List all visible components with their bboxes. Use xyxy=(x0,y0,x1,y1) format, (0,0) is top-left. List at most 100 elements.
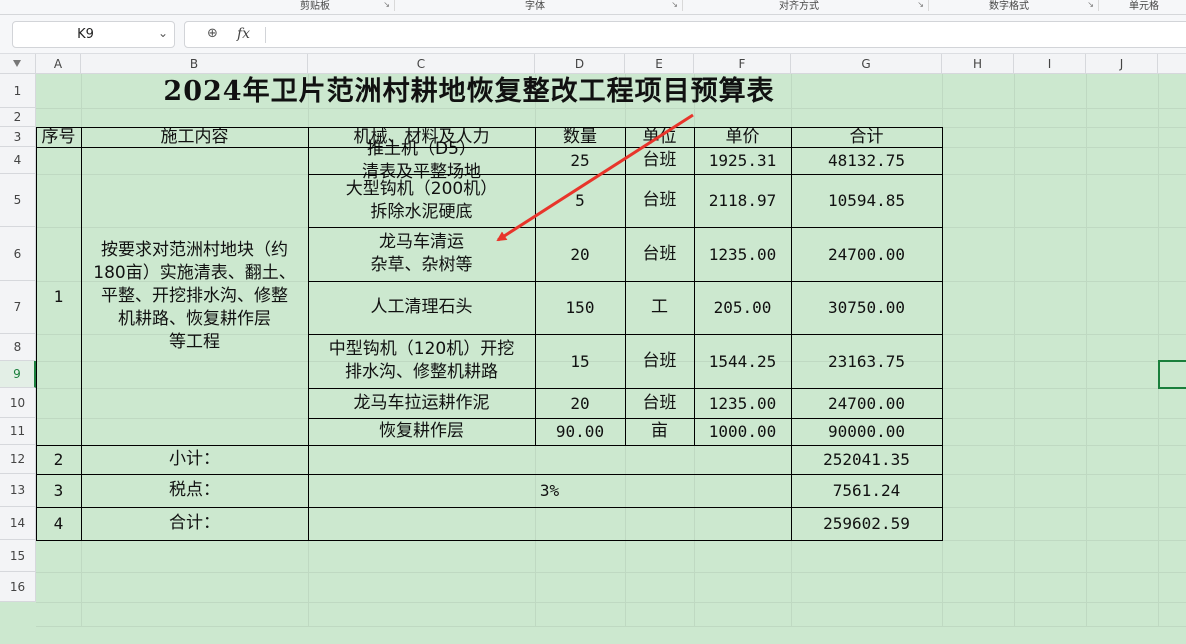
item-unit[interactable]: 台班 xyxy=(625,174,694,227)
dialog-launcher-icon[interactable]: ↘ xyxy=(671,0,678,9)
zoom-formula-icon[interactable]: ⊕ xyxy=(207,26,218,41)
item-price[interactable]: 1235.00 xyxy=(694,227,791,281)
item-total[interactable]: 24700.00 xyxy=(791,227,942,281)
column-header-a[interactable]: A xyxy=(36,54,81,74)
table-header-unit[interactable]: 单位 xyxy=(625,127,694,147)
column-header-g[interactable]: G xyxy=(791,54,942,74)
subtotal-label[interactable]: 小计： xyxy=(81,445,308,474)
gridline xyxy=(1086,74,1087,626)
cell-text-line: 180亩）实施清表、翻土、 xyxy=(93,262,296,283)
ribbon-group-clipboard[interactable]: 剪贴板 ↘ xyxy=(0,0,395,12)
row-header-2[interactable]: 2 xyxy=(0,108,36,127)
chevron-down-icon[interactable]: ⌄ xyxy=(158,26,168,40)
active-cell-selection[interactable] xyxy=(1158,360,1186,389)
column-header-f[interactable]: F xyxy=(694,54,791,74)
column-header-j[interactable]: J xyxy=(1086,54,1158,74)
ribbon-group-alignment[interactable]: 对齐方式 ↘ xyxy=(683,0,929,12)
row-header-10[interactable]: 10 xyxy=(0,388,36,418)
item-machine[interactable]: 龙马车拉运耕作泥 xyxy=(308,388,535,418)
item-unit[interactable]: 台班 xyxy=(625,227,694,281)
seq-3[interactable]: 3 xyxy=(36,474,81,507)
construction-content[interactable]: 按要求对范洲村地块（约 180亩）实施清表、翻土、 平整、开挖排水沟、修整 机耕路、恢… xyxy=(81,147,308,445)
table-header-price[interactable]: 单价 xyxy=(694,127,791,147)
row-header-11[interactable]: 11 xyxy=(0,418,36,445)
row-header-9[interactable]: 9 xyxy=(0,361,36,388)
grand-total-value[interactable]: 259602.59 xyxy=(791,507,942,540)
ribbon-group-font[interactable]: 字体 ↘ xyxy=(395,0,683,12)
formula-input[interactable]: ⊕ fx xyxy=(184,21,1186,48)
item-machine[interactable]: 人工清理石头 xyxy=(308,281,535,334)
dialog-launcher-icon[interactable]: ↘ xyxy=(917,0,924,9)
row-header-12[interactable]: 12 xyxy=(0,445,36,474)
ribbon-group-cells[interactable]: 单元格 xyxy=(1099,0,1186,12)
name-box[interactable]: K9 ⌄ xyxy=(12,21,175,48)
item-price[interactable]: 1000.00 xyxy=(694,418,791,445)
item-qty[interactable]: 20 xyxy=(535,227,625,281)
row-header-8[interactable]: 8 xyxy=(0,334,36,361)
column-header-h[interactable]: H xyxy=(942,54,1014,74)
item-qty[interactable]: 90.00 xyxy=(535,418,625,445)
seq-2[interactable]: 2 xyxy=(36,445,81,474)
item-qty[interactable]: 15 xyxy=(535,334,625,388)
item-qty[interactable]: 20 xyxy=(535,388,625,418)
item-price[interactable]: 205.00 xyxy=(694,281,791,334)
row-header-6[interactable]: 6 xyxy=(0,227,36,281)
row-header-7[interactable]: 7 xyxy=(0,281,36,334)
row-header-14[interactable]: 14 xyxy=(0,507,36,540)
seq-4[interactable]: 4 xyxy=(36,507,81,540)
item-machine[interactable]: 龙马车清运 杂草、杂树等 xyxy=(308,227,535,281)
row-header-1[interactable]: 1 xyxy=(0,74,36,108)
column-header-b[interactable]: B xyxy=(81,54,308,74)
dialog-launcher-icon[interactable]: ↘ xyxy=(383,0,390,9)
table-header-content[interactable]: 施工内容 xyxy=(81,127,308,147)
item-price[interactable]: 1925.31 xyxy=(694,147,791,174)
column-header-e[interactable]: E xyxy=(625,54,694,74)
row-header-3[interactable]: 3 xyxy=(0,127,36,147)
column-header-c[interactable]: C xyxy=(308,54,535,74)
item-unit[interactable]: 台班 xyxy=(625,388,694,418)
subtotal-value[interactable]: 252041.35 xyxy=(791,445,942,474)
item-price[interactable]: 2118.97 xyxy=(694,174,791,227)
sheet-title[interactable]: 2024年卫片范洲村耕地恢复整改工程项目预算表 xyxy=(36,74,942,108)
table-header-total[interactable]: 合计 xyxy=(791,127,942,147)
item-total[interactable]: 10594.85 xyxy=(791,174,942,227)
item-total[interactable]: 23163.75 xyxy=(791,334,942,388)
item-total[interactable]: 30750.00 xyxy=(791,281,942,334)
item-machine[interactable]: 大型钩机（200机） 拆除水泥硬底 xyxy=(308,174,535,227)
row-header-13[interactable]: 13 xyxy=(0,474,36,507)
dialog-launcher-icon[interactable]: ↘ xyxy=(1087,0,1094,9)
row-header-5[interactable]: 5 xyxy=(0,174,36,227)
column-header-i[interactable]: I xyxy=(1014,54,1086,74)
row-header-16[interactable]: 16 xyxy=(0,572,36,602)
item-unit[interactable]: 台班 xyxy=(625,147,694,174)
column-header-k[interactable] xyxy=(1158,54,1186,74)
item-qty[interactable]: 5 xyxy=(535,174,625,227)
item-price[interactable]: 1235.00 xyxy=(694,388,791,418)
item-unit[interactable]: 亩 xyxy=(625,418,694,445)
item-unit[interactable]: 台班 xyxy=(625,334,694,388)
item-machine[interactable]: 中型钩机（120机）开挖 排水沟、修整机耕路 xyxy=(308,334,535,388)
table-header-seq[interactable]: 序号 xyxy=(36,127,81,147)
item-total[interactable]: 24700.00 xyxy=(791,388,942,418)
select-all-corner[interactable] xyxy=(0,54,36,74)
seq-1[interactable]: 1 xyxy=(36,147,81,445)
item-machine[interactable]: 恢复耕作层 xyxy=(308,418,535,445)
item-total[interactable]: 48132.75 xyxy=(791,147,942,174)
ribbon-group-number[interactable]: 数字格式 ↘ xyxy=(929,0,1099,12)
row-header-4[interactable]: 4 xyxy=(0,147,36,174)
row-header-15[interactable]: 15 xyxy=(0,540,36,572)
item-total[interactable]: 90000.00 xyxy=(791,418,942,445)
tax-label[interactable]: 税点： xyxy=(81,474,308,507)
item-price[interactable]: 1544.25 xyxy=(694,334,791,388)
item-qty[interactable]: 150 xyxy=(535,281,625,334)
tax-value[interactable]: 7561.24 xyxy=(791,474,942,507)
insert-function-icon[interactable]: fx xyxy=(237,26,250,42)
item-unit[interactable]: 工 xyxy=(625,281,694,334)
table-header-qty[interactable]: 数量 xyxy=(535,127,625,147)
worksheet-grid[interactable]: A B C D E F G H I J 1 2 3 4 5 6 7 8 9 10 11 12 13 14 15 16 2024年卫片… xyxy=(0,54,1186,644)
item-machine[interactable]: 推土机（D5） 清表及平整场地 xyxy=(308,139,535,182)
grand-total-label[interactable]: 合计： xyxy=(81,507,308,540)
item-qty[interactable]: 25 xyxy=(535,147,625,174)
column-header-d[interactable]: D xyxy=(535,54,625,74)
tax-rate[interactable]: 3% xyxy=(308,474,791,507)
